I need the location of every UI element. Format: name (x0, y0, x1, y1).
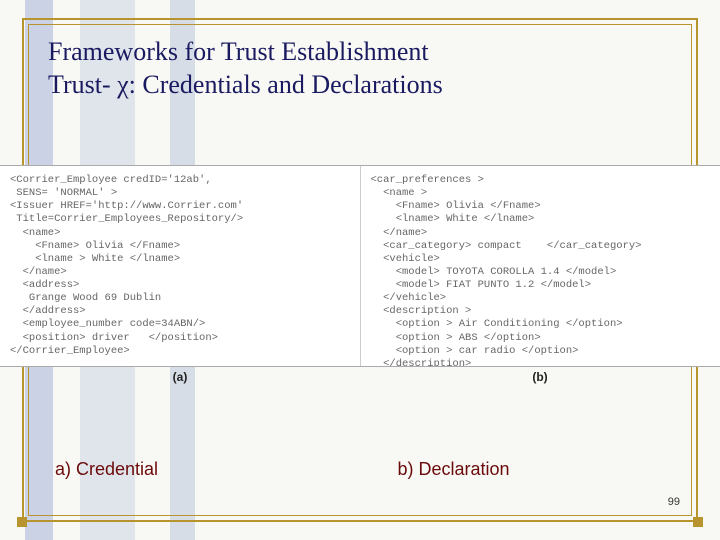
title-line-1: Frameworks for Trust Establishment (48, 37, 429, 66)
code-figure: <Corrier_Employee credID='12ab', SENS= '… (0, 165, 720, 367)
figure-sublabels: (a) (b) (0, 370, 720, 384)
figure-label-a: (a) (0, 370, 360, 384)
code-credential: <Corrier_Employee credID='12ab', SENS= '… (0, 166, 361, 366)
title-line-2: Trust- χ: Credentials and Declarations (48, 70, 443, 99)
figure-label-b: (b) (360, 370, 720, 384)
caption-credential: a) Credential (0, 459, 378, 480)
page-number: 99 (668, 496, 680, 508)
caption-declaration: b) Declaration (378, 459, 720, 480)
slide-title: Frameworks for Trust Establishment Trust… (48, 36, 672, 101)
corner-accent-bottom-left (17, 505, 39, 527)
corner-accent-bottom-right (681, 505, 703, 527)
code-declaration: <car_preferences > <name > <Fname> Olivi… (361, 166, 720, 366)
caption-row: a) Credential b) Declaration (0, 459, 720, 480)
